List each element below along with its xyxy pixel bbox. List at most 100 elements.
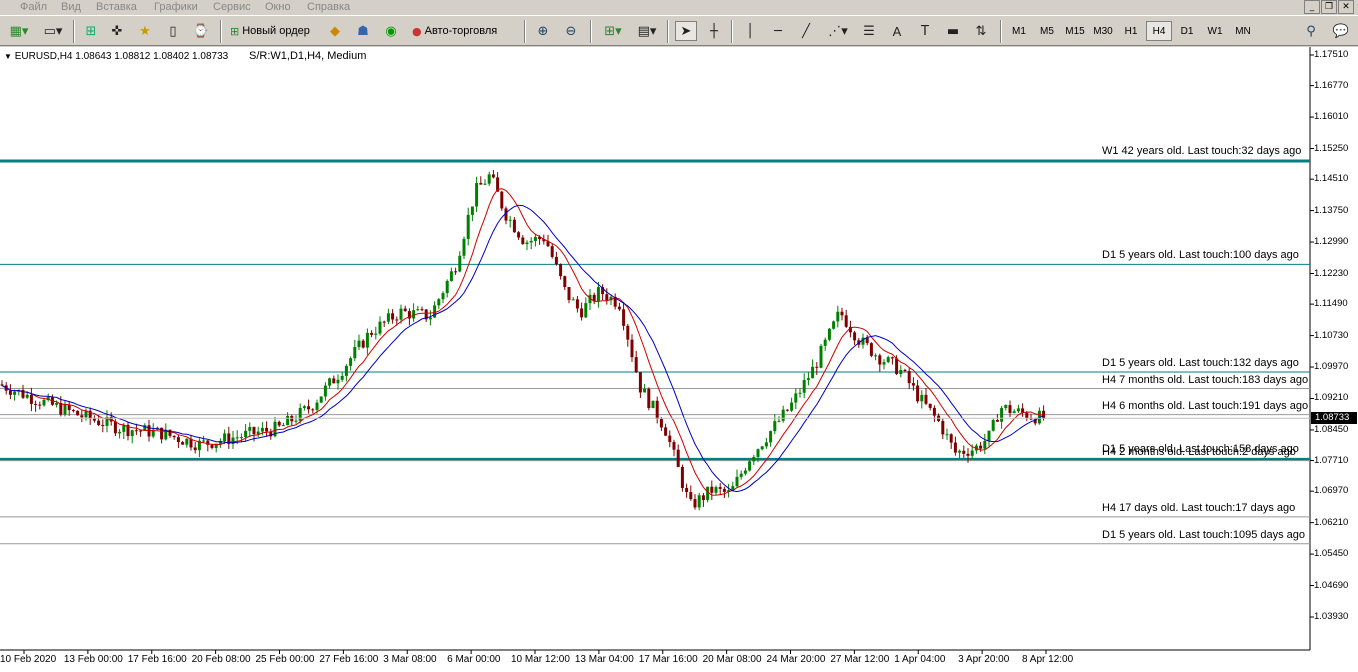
menu-insert[interactable]: Вставка [96, 0, 137, 14]
candle-body [806, 378, 810, 381]
text-icon[interactable]: A [886, 21, 908, 41]
zoom-out-icon[interactable]: ⊖ [560, 21, 582, 41]
candle-body [332, 378, 336, 384]
minimize-icon[interactable]: _ [1304, 0, 1320, 14]
time-tick-label: 8 Apr 12:00 [1022, 654, 1074, 665]
candle-body [391, 313, 395, 320]
candle-body [449, 271, 453, 281]
candle-body [294, 420, 298, 422]
candle-body [38, 404, 42, 406]
new-order-button[interactable]: ⊞ Новый ордер [226, 21, 314, 41]
close-icon[interactable]: ✕ [1338, 0, 1354, 14]
timeframe-h1[interactable]: H1 [1118, 21, 1144, 41]
price-tick-label: 1.07710 [1314, 454, 1349, 466]
crosshair-icon[interactable]: ┼ [703, 21, 725, 41]
restore-icon[interactable]: ❐ [1321, 0, 1337, 14]
candle-body [958, 450, 962, 453]
menu-tools[interactable]: Сервис [213, 0, 251, 14]
price-tick-label: 1.15250 [1314, 142, 1349, 154]
channels-icon[interactable]: ⋰▾ [823, 21, 853, 41]
timeframe-m15[interactable]: M15 [1062, 21, 1088, 41]
candle-body [370, 332, 374, 335]
candle-body [878, 355, 882, 365]
candle-body [357, 340, 361, 348]
candle-body [361, 340, 365, 348]
new-order-icon: ⊞ [230, 24, 240, 38]
candle-body [735, 476, 739, 487]
timeframe-h4[interactable]: H4 [1146, 21, 1172, 41]
candle-body [651, 400, 655, 409]
zoom-in-icon[interactable]: ⊕ [532, 21, 554, 41]
candle-body [1042, 410, 1046, 419]
strategy-tester-icon[interactable]: ⌚ [190, 21, 212, 41]
rectangle-icon[interactable]: ▬ [942, 21, 964, 41]
time-tick-label: 27 Feb 16:00 [319, 654, 379, 665]
candle-body [462, 238, 466, 256]
trendline-icon[interactable]: ╱ [795, 21, 817, 41]
search-icon[interactable]: ⚲ [1300, 21, 1322, 41]
time-tick-label: 13 Mar 04:00 [574, 654, 634, 665]
menu-view[interactable]: Вид [61, 0, 81, 14]
candle-body [853, 332, 857, 341]
arrows-icon[interactable]: ⇅ [970, 21, 992, 41]
price-tick-label: 1.06970 [1314, 485, 1349, 497]
candle-body [395, 319, 399, 321]
candle-body [550, 246, 554, 257]
auto-trading-icon: ● [412, 24, 422, 38]
timeframe-d1[interactable]: D1 [1174, 21, 1200, 41]
vertical-line-icon[interactable]: │ [739, 21, 761, 41]
menu-bar: Файл Вид Вставка Графики Сервис Окно Спр… [0, 0, 1358, 14]
cursor-icon[interactable]: ➤ [675, 21, 697, 41]
candle-body [672, 442, 676, 450]
candle-body [554, 256, 558, 265]
candle-body [655, 400, 659, 419]
menu-file[interactable]: Файл [20, 0, 47, 14]
indicators-icon[interactable]: ⊞▾ [598, 21, 628, 41]
chat-icon[interactable]: 💬 [1330, 21, 1352, 41]
menu-help[interactable]: Справка [307, 0, 350, 14]
candle-body [680, 466, 684, 488]
candle-body [718, 487, 722, 489]
timeframe-m1[interactable]: M1 [1006, 21, 1032, 41]
signals-icon[interactable]: ☗ [352, 21, 374, 41]
candle-body [344, 365, 348, 376]
candle-body [760, 446, 764, 450]
menu-window[interactable]: Окно [265, 0, 291, 14]
candle-body [281, 425, 285, 427]
candle-body [55, 403, 59, 405]
navigator-icon[interactable]: ★ [134, 21, 156, 41]
candle-body [172, 435, 176, 438]
candle-body [260, 427, 264, 432]
fibonacci-icon[interactable]: ☰ [858, 21, 880, 41]
terminal-icon[interactable]: ▯ [162, 21, 184, 41]
chart-menu-icon[interactable]: ▼ [4, 52, 12, 61]
timeframe-m30[interactable]: M30 [1090, 21, 1116, 41]
timeframe-mn[interactable]: MN [1230, 21, 1256, 41]
new-chart-icon[interactable]: ▦▾ [4, 21, 34, 41]
templates-icon[interactable]: ▤▾ [632, 21, 662, 41]
auto-trading-button[interactable]: ● Авто-торговля [408, 21, 501, 41]
text-label-icon[interactable]: T [914, 21, 936, 41]
news-icon[interactable]: ◉ [380, 21, 402, 41]
data-window-icon[interactable]: ✜ [106, 21, 128, 41]
menu-charts[interactable]: Графики [154, 0, 198, 14]
candle-body [844, 315, 848, 327]
candle-body [34, 403, 38, 405]
candle-body [907, 371, 911, 384]
timeframe-w1[interactable]: W1 [1202, 21, 1228, 41]
metaeditor-icon[interactable]: ◆ [324, 21, 346, 41]
time-tick-label: 20 Feb 08:00 [191, 654, 251, 665]
candle-body [256, 431, 260, 435]
candle-body [378, 321, 382, 334]
chart-window[interactable]: ▼ EURUSD,H4 1.08643 1.08812 1.08402 1.08… [0, 47, 1358, 672]
market-watch-icon[interactable]: ⊞ [80, 21, 102, 41]
timeframe-m5[interactable]: M5 [1034, 21, 1060, 41]
candle-body [315, 402, 319, 410]
profiles-icon[interactable]: ▭▾ [38, 21, 68, 41]
candle-body [210, 444, 214, 448]
candle-body [302, 406, 306, 409]
horizontal-line-icon[interactable]: ─ [767, 21, 789, 41]
candle-body [752, 456, 756, 462]
symbol-ohlc: EURUSD,H4 1.08643 1.08812 1.08402 1.0873… [14, 51, 229, 62]
candle-body [643, 388, 647, 393]
